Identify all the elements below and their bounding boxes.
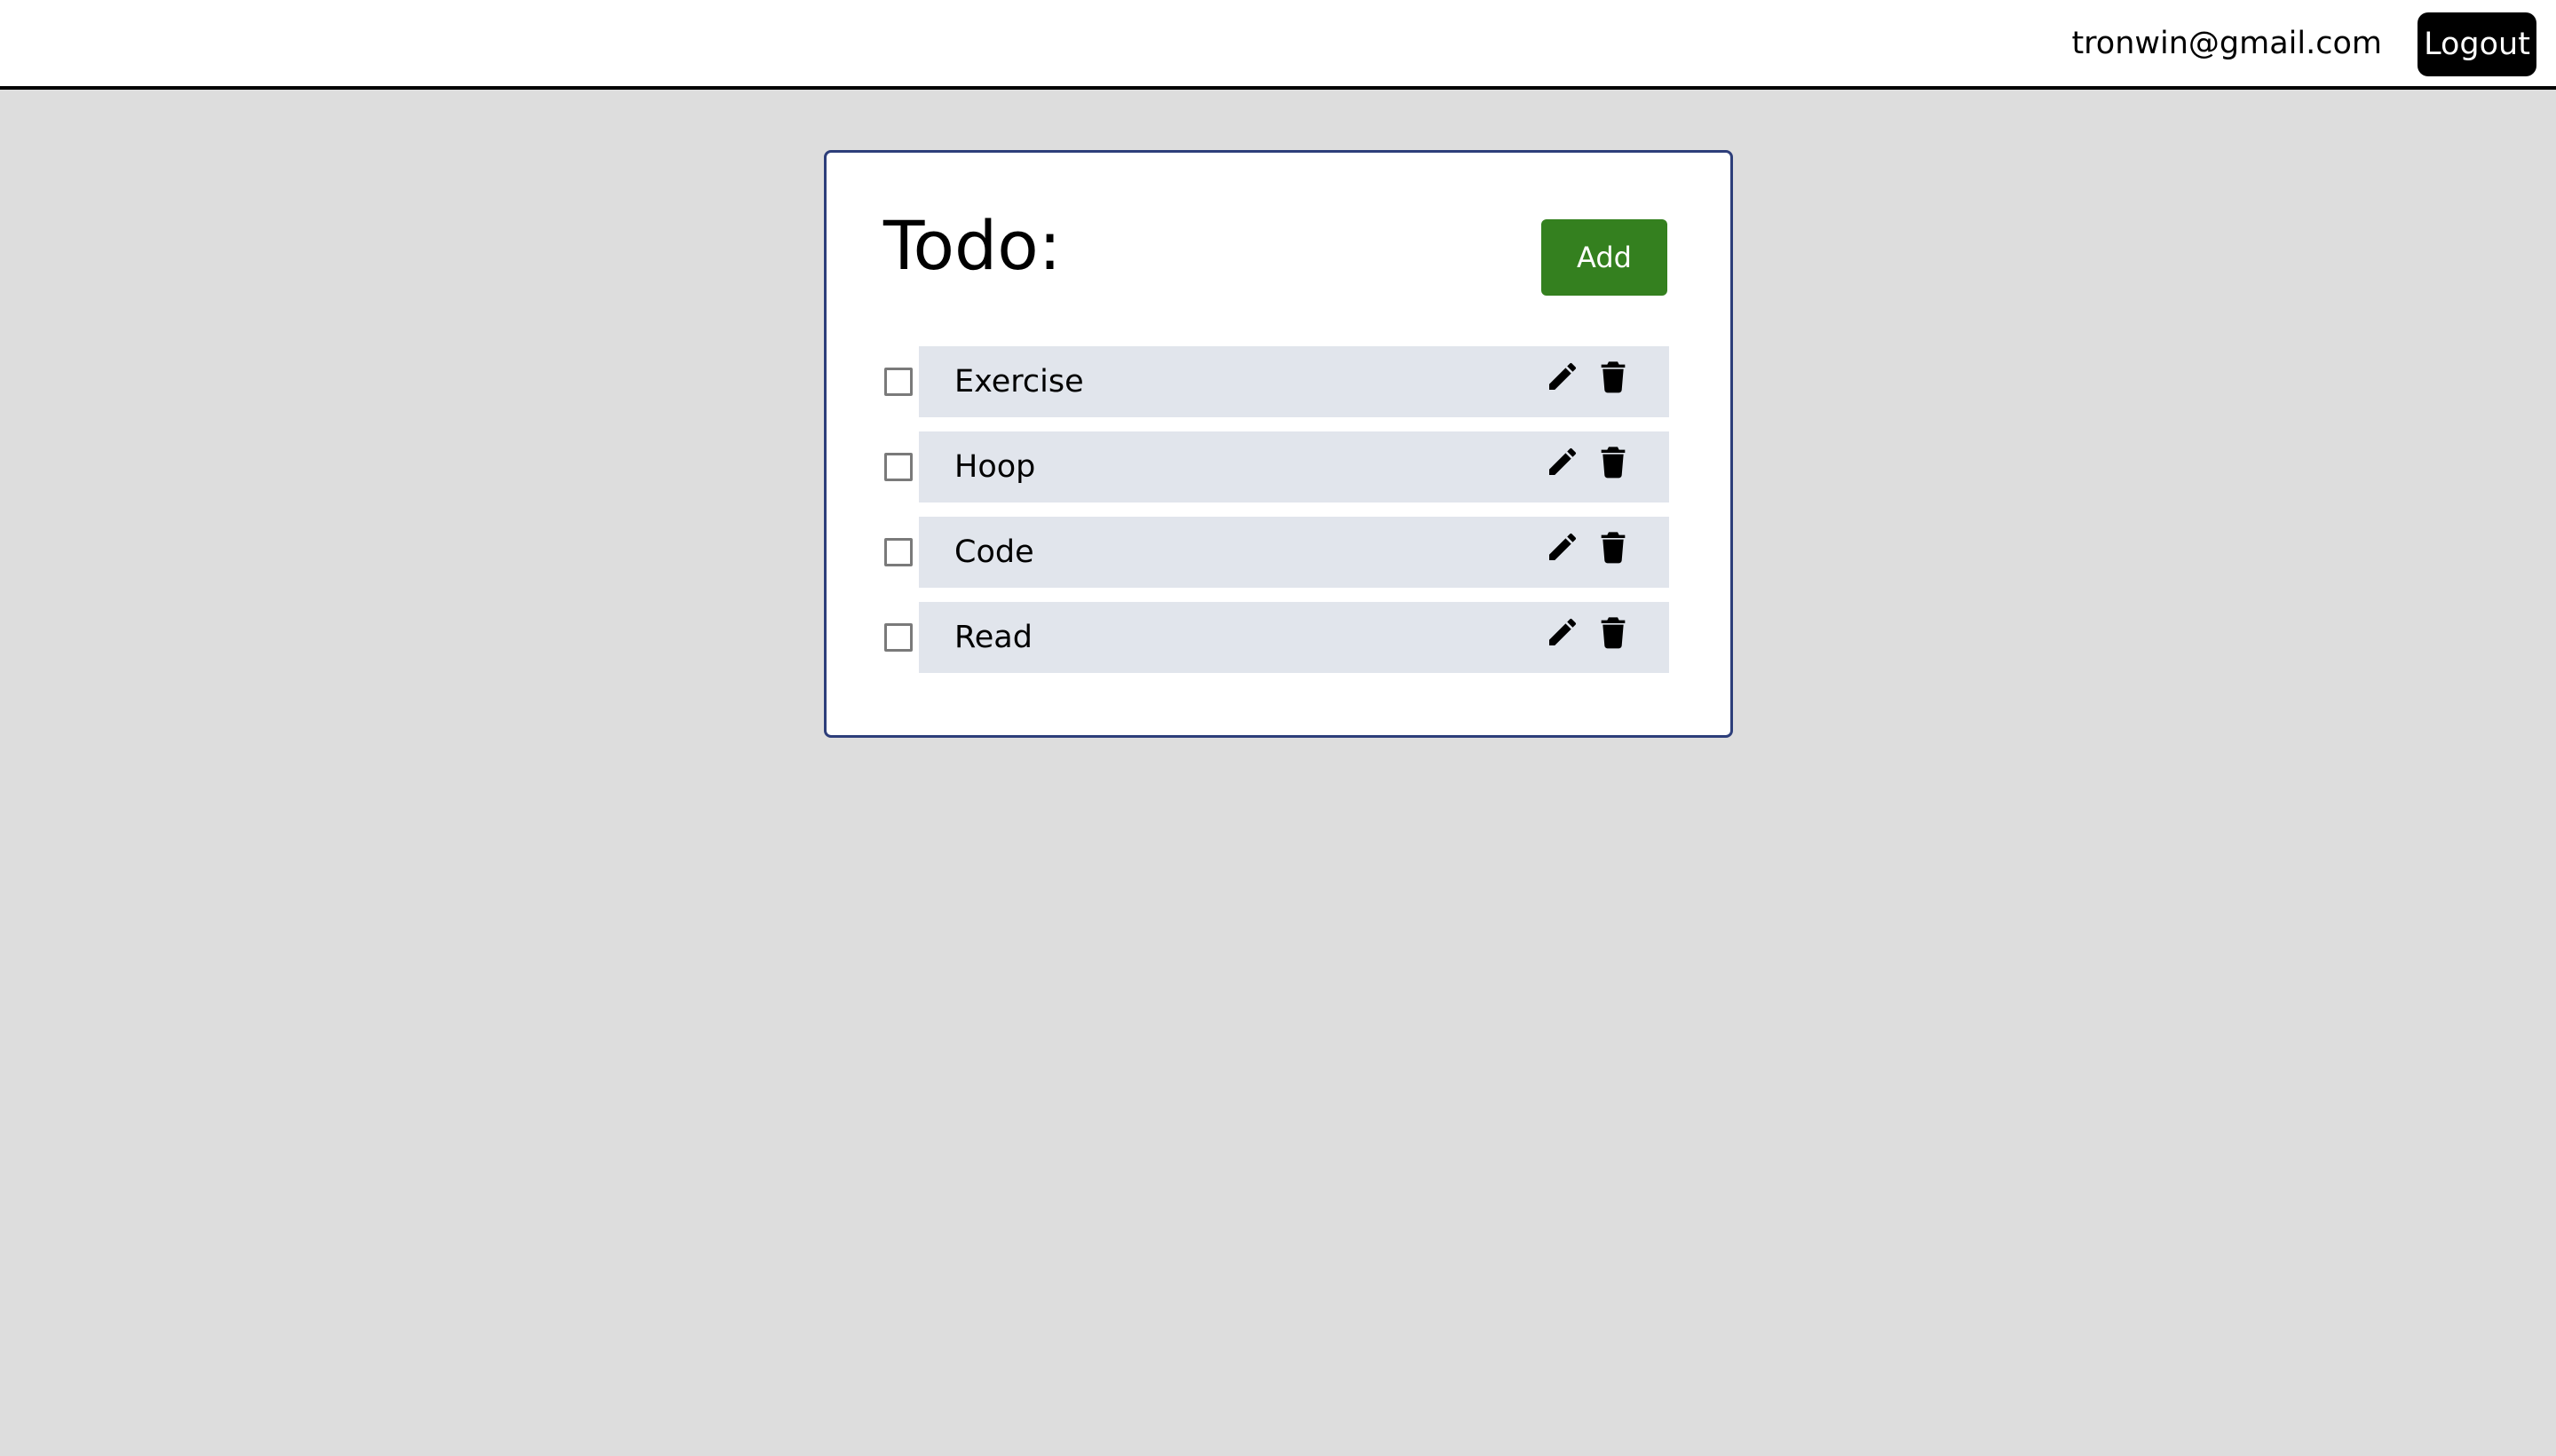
pencil-icon[interactable] <box>1545 359 1580 394</box>
trash-icon[interactable] <box>1595 614 1631 650</box>
todo-label: Hoop <box>954 449 1036 485</box>
todo-row: Exercise <box>882 346 1681 417</box>
todo-checkbox[interactable] <box>884 453 913 481</box>
pencil-icon[interactable] <box>1545 444 1580 479</box>
todo-checkbox[interactable] <box>884 538 913 566</box>
trash-icon[interactable] <box>1595 444 1631 479</box>
top-navbar: tronwin@gmail.com Logout <box>0 0 2556 90</box>
todo-row: Hoop <box>882 431 1681 502</box>
todo-list: Exercise Hoop Code Read <box>882 346 1681 687</box>
todo-label: Code <box>954 534 1034 570</box>
todo-label: Exercise <box>954 364 1084 400</box>
logout-button[interactable]: Logout <box>2418 12 2536 76</box>
todo-item: Exercise <box>919 346 1669 417</box>
trash-icon[interactable] <box>1595 529 1631 565</box>
trash-icon[interactable] <box>1595 359 1631 394</box>
todo-label: Read <box>954 620 1033 655</box>
todo-checkbox[interactable] <box>884 623 913 652</box>
user-email: tronwin@gmail.com <box>2071 26 2382 61</box>
pencil-icon[interactable] <box>1545 529 1580 565</box>
todo-card: Todo: Add Exercise Hoop Code Read <box>824 150 1733 738</box>
todo-row: Read <box>882 602 1681 673</box>
page-title: Todo: <box>883 206 1062 285</box>
todo-item: Read <box>919 602 1669 673</box>
todo-checkbox[interactable] <box>884 368 913 396</box>
add-button[interactable]: Add <box>1541 219 1667 296</box>
todo-row: Code <box>882 517 1681 588</box>
todo-item: Hoop <box>919 431 1669 502</box>
pencil-icon[interactable] <box>1545 614 1580 650</box>
todo-item: Code <box>919 517 1669 588</box>
